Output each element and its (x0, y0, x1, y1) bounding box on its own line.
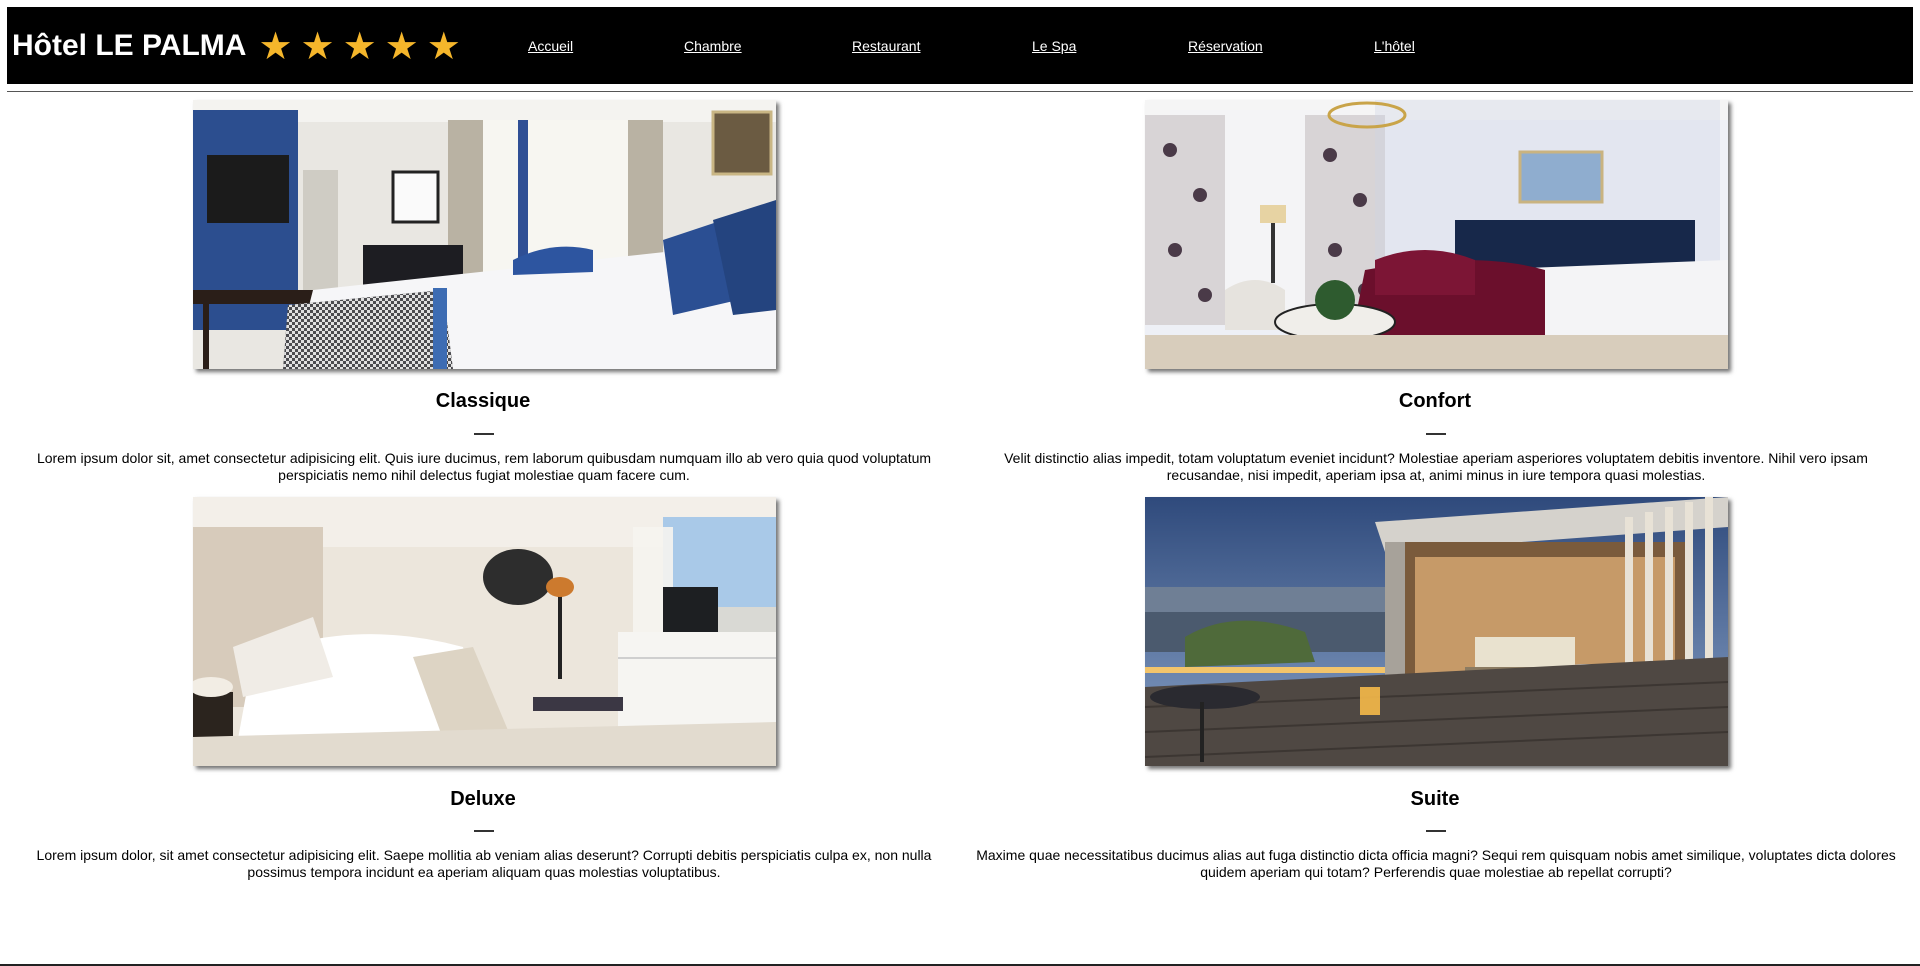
room-description: Maxime quae necessitatibus ducimus alias… (976, 847, 1896, 880)
room-title: Suite (1410, 788, 1460, 810)
nav-link-reservation[interactable]: Réservation (1188, 38, 1263, 54)
header-divider (7, 91, 1913, 92)
room-description: Velit distinctio alias impedit, totam vo… (1004, 450, 1868, 483)
room-title: Confort (1398, 390, 1472, 412)
room-title: Deluxe (450, 788, 516, 810)
room-description: Lorem ipsum dolor sit, amet consectetur … (36, 450, 932, 483)
title-divider (474, 830, 494, 832)
nav-link-hotel[interactable]: L'hôtel (1374, 38, 1415, 54)
room-description: Lorem ipsum dolor, sit amet consectetur … (36, 847, 932, 880)
site-header: Hôtel LE PALMA ★ ★ ★ ★ ★ Accueil Chambre… (7, 7, 1913, 84)
nav-link-spa[interactable]: Le Spa (1032, 38, 1076, 54)
room-photo-confort (1145, 100, 1728, 369)
main-nav: Accueil Chambre Restaurant Le Spa Réserv… (7, 7, 1913, 84)
room-photo-deluxe (193, 497, 776, 766)
title-divider (1426, 830, 1446, 832)
room-photo-classique (193, 100, 776, 369)
nav-link-restaurant[interactable]: Restaurant (852, 38, 920, 54)
room-photo-suite (1145, 497, 1728, 766)
nav-link-chambre[interactable]: Chambre (684, 38, 742, 54)
room-title: Classique (435, 390, 531, 412)
nav-link-accueil[interactable]: Accueil (528, 38, 573, 54)
title-divider (1426, 433, 1446, 435)
title-divider (474, 433, 494, 435)
